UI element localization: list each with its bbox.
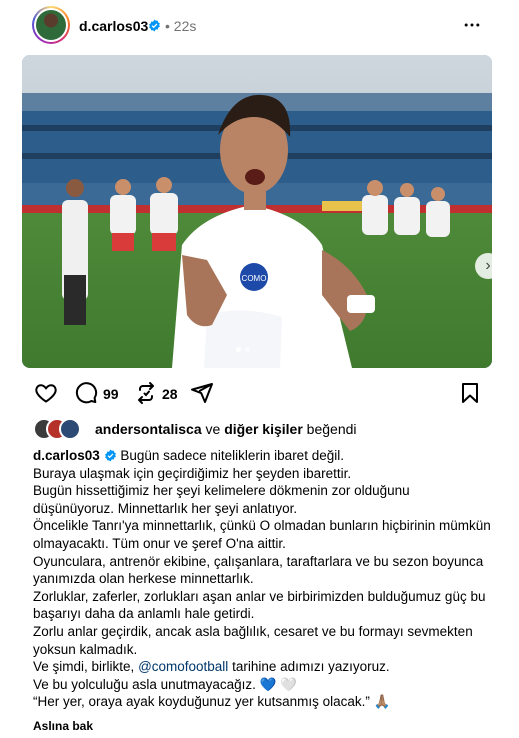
caption-line: Zorlu anlar geçirdik, ancak asla bağlılı… (33, 623, 473, 657)
post-username[interactable]: d.carlos03 (79, 18, 148, 34)
heart-icon[interactable] (34, 381, 58, 405)
repost-icon[interactable] (134, 381, 158, 405)
carousel-dot-active (236, 347, 241, 352)
likes-summary: andersontalisca ve diğer kişiler beğendi (33, 418, 483, 440)
more-options-icon[interactable] (462, 15, 482, 35)
carousel-dot (245, 347, 250, 352)
post-header: d.carlos03 • 22s (0, 0, 519, 52)
post-actions: 99 28 (0, 378, 519, 408)
verified-badge-icon (104, 449, 116, 462)
post-caption: d.carlos03 Bugün sadece niteliklerin iba… (33, 447, 493, 711)
comments-count[interactable]: 99 (103, 386, 119, 402)
verified-badge-icon (149, 19, 160, 32)
liker-avatar[interactable] (59, 418, 81, 440)
post-timestamp: • 22s (165, 18, 197, 34)
stadium-celebration-photo: COMO (22, 55, 492, 368)
caption-username[interactable]: d.carlos03 (33, 448, 100, 463)
liker-username[interactable]: andersontalisca (95, 421, 202, 437)
avatar[interactable] (32, 6, 70, 44)
caption-line: Oyunculara, antrenör ekibine, çalışanlar… (33, 553, 484, 587)
pray-emoji: 🙏🏽 (373, 694, 391, 710)
reposts-count[interactable]: 28 (162, 386, 178, 402)
post-image[interactable]: COMO › (22, 55, 492, 368)
caption-line: Bugün sadece niteliklerin ibaret değil. (120, 448, 344, 463)
svg-text:COMO: COMO (242, 274, 267, 283)
other-likers-link[interactable]: diğer kişiler (224, 421, 303, 437)
share-icon[interactable] (190, 381, 214, 405)
caption-line: Bugün hissettiğimiz her şeyi kelimelere … (33, 483, 410, 516)
comment-icon[interactable] (74, 381, 98, 405)
mention-link[interactable]: @comofootball (138, 659, 228, 674)
heart-emoji: 💙 🤍 (259, 676, 298, 692)
see-original-link[interactable]: Aslına bak (33, 719, 93, 733)
caption-line: Zorluklar, zaferler, zorlukları aşan anl… (33, 588, 486, 622)
bookmark-icon[interactable] (458, 381, 482, 405)
caption-line: Buraya ulaşmak için geçirdiğimiz her şey… (33, 465, 352, 481)
caption-line: Öncelikle Tanrı'ya minnettarlık, çünkü O… (33, 518, 491, 551)
